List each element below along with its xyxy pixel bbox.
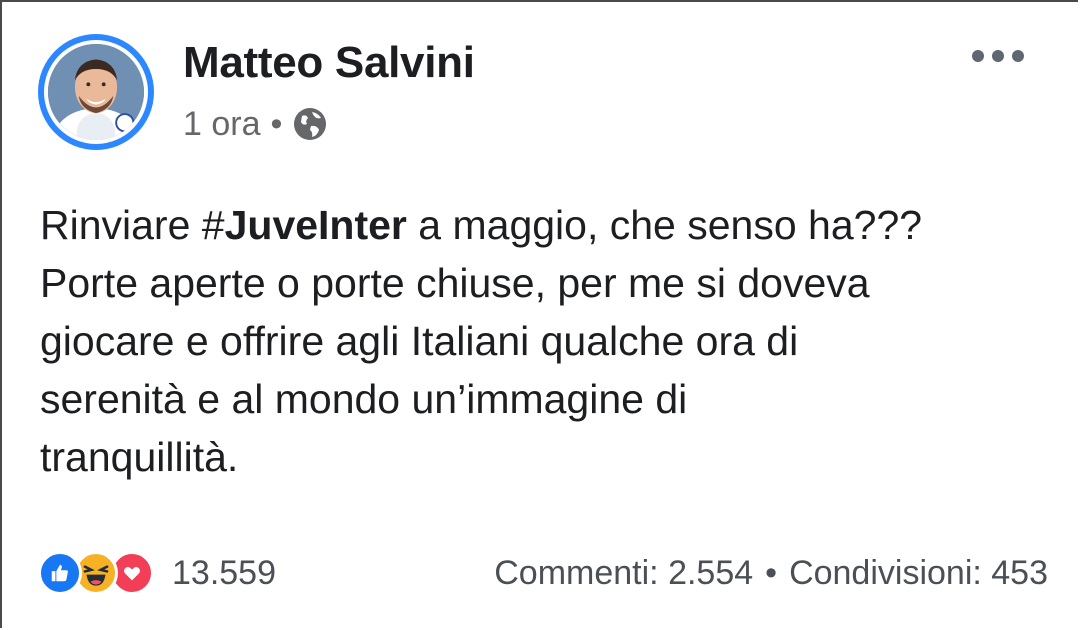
engagement-bar: 13.559 Commenti: 2.554 • Condivisioni: 4… [38, 548, 1048, 598]
post-line-2: Porte aperte o porte chiuse, per me si d… [40, 260, 870, 306]
stats-separator: • [765, 553, 778, 592]
profile-photo [48, 44, 144, 140]
dot [1012, 50, 1024, 62]
post-body: Rinviare #JuveInter a maggio, che senso … [40, 196, 1050, 486]
reactions-count[interactable]: 13.559 [172, 554, 276, 593]
shares-count[interactable]: Condivisioni: 453 [789, 554, 1048, 593]
avatar-border [44, 40, 148, 144]
dot [972, 50, 984, 62]
post-text-segment: Rinviare # [40, 202, 225, 248]
post-line-5: tranquillità. [40, 434, 239, 480]
post-line-1: Rinviare #JuveInter a maggio, che senso … [40, 196, 1050, 254]
post-text-segment: a maggio, che senso ha??? [406, 202, 923, 248]
post-meta: 1 ora • [183, 104, 328, 144]
reaction-summary[interactable] [38, 551, 154, 595]
post-line-3: giocare e offrire agli Italiani qualche … [40, 318, 799, 364]
more-options-icon[interactable] [972, 46, 1028, 66]
dot [992, 50, 1004, 62]
hashtag-link[interactable]: JuveInter [225, 202, 407, 248]
post-time[interactable]: 1 ora [183, 105, 261, 144]
post-line-4: serenità e al mondo un’immagine di [40, 376, 688, 422]
globe-icon[interactable] [292, 106, 328, 142]
engagement-stats: Commenti: 2.554 • Condivisioni: 453 [494, 554, 1048, 593]
like-icon [38, 551, 82, 595]
comments-count[interactable]: Commenti: 2.554 [494, 554, 753, 593]
meta-separator: • [270, 104, 283, 143]
avatar[interactable] [38, 34, 154, 150]
author-name[interactable]: Matteo Salvini [183, 38, 475, 88]
profile-photo-drawing [48, 44, 144, 140]
